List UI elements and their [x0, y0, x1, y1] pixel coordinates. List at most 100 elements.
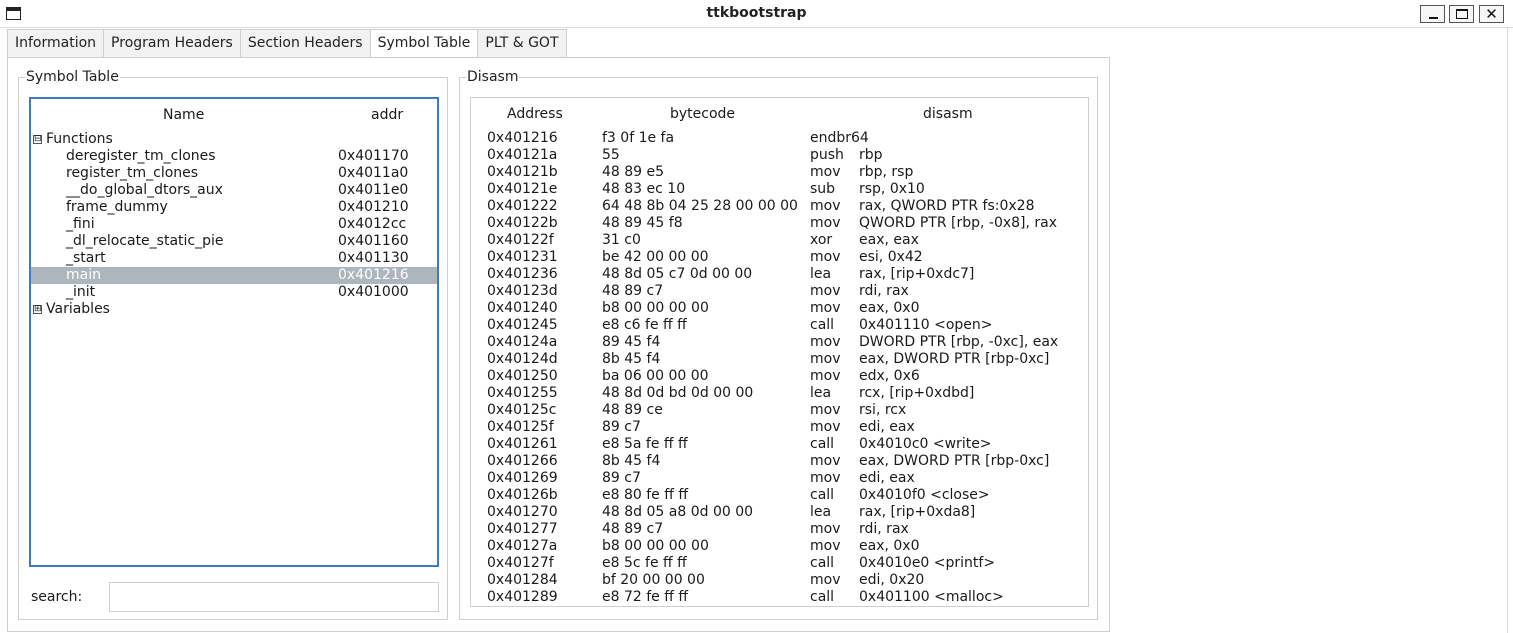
- disasm-body: 0x401216 f3 0f 1e fa endbr64 0x40121a 55 push…: [471, 130, 1088, 606]
- disasm-row[interactable]: 0x401269 89 c7 mov edi, eax: [471, 470, 1088, 487]
- disasm-operands: 0x4010e0 <printf>: [859, 555, 996, 571]
- disasm-row[interactable]: 0x401216 f3 0f 1e fa endbr64: [471, 130, 1088, 147]
- disasm-bytecode: 48 89 c7: [602, 521, 664, 537]
- disasm-address: 0x401216: [487, 130, 558, 146]
- disasm-row[interactable]: 0x40121e 48 83 ec 10 sub rsp, 0x10: [471, 181, 1088, 198]
- disasm-operands: rsi, rcx: [859, 402, 907, 418]
- disasm-address: 0x40127a: [487, 538, 558, 554]
- disasm-bytecode: e8 5c fe ff ff: [602, 555, 687, 571]
- disasm-address: 0x40125f: [487, 419, 554, 435]
- tree-row[interactable]: deregister_tm_clones 0x401170: [31, 148, 437, 165]
- disasm-row[interactable]: 0x401231 be 42 00 00 00 mov esi, 0x42: [471, 249, 1088, 266]
- tree-row-selected[interactable]: main 0x401216: [31, 267, 437, 284]
- disasm-row[interactable]: 0x401284 bf 20 00 00 00 mov edi, 0x20: [471, 572, 1088, 589]
- search-input[interactable]: [109, 582, 439, 612]
- title-bar: ttkbootstrap ✕: [0, 0, 1513, 28]
- disasm-mnemonic: mov: [810, 572, 841, 588]
- disasm-mnemonic: call: [810, 555, 835, 571]
- disasm-address: 0x401270: [487, 504, 558, 520]
- collapse-icon[interactable]: ⊟: [33, 135, 42, 144]
- disasm-row[interactable]: 0x40121a 55 push rbp: [471, 147, 1088, 164]
- disasm-bytecode: 48 8d 05 c7 0d 00 00: [602, 266, 753, 282]
- disasm-row[interactable]: 0x40122f 31 c0 xor eax, eax: [471, 232, 1088, 249]
- disasm-row[interactable]: 0x401250 ba 06 00 00 00 mov edx, 0x6: [471, 368, 1088, 385]
- column-header-bytecode[interactable]: bytecode: [670, 106, 735, 122]
- symbol-tree[interactable]: Name addr ⊟ Functions deregister_tm_clon…: [29, 97, 439, 567]
- close-button[interactable]: ✕: [1479, 5, 1504, 23]
- maximize-button[interactable]: [1449, 5, 1474, 23]
- disasm-row[interactable]: 0x401255 48 8d 0d bd 0d 00 00 lea rcx, [rip…: [471, 385, 1088, 402]
- disasm-row[interactable]: 0x40127a b8 00 00 00 00 mov eax, 0x0: [471, 538, 1088, 555]
- tree-group-label: Variables: [46, 301, 110, 317]
- tab-plt-got[interactable]: PLT & GOT: [477, 29, 567, 58]
- expand-icon[interactable]: ⊞: [33, 305, 42, 314]
- symbol-addr: 0x401000: [338, 284, 409, 300]
- disasm-row[interactable]: 0x401236 48 8d 05 c7 0d 00 00 lea rax, [rip…: [471, 266, 1088, 283]
- minimize-button[interactable]: [1420, 5, 1445, 23]
- disasm-mnemonic: mov: [810, 164, 841, 180]
- disasm-row[interactable]: 0x40124d 8b 45 f4 mov eax, DWORD PTR [rbp-0…: [471, 351, 1088, 368]
- disasm-row[interactable]: 0x401266 8b 45 f4 mov eax, DWORD PTR [rbp-0…: [471, 453, 1088, 470]
- disasm-table[interactable]: Address bytecode disasm 0x401216 f3 0f 1e…: [470, 97, 1089, 607]
- disasm-row[interactable]: 0x40127f e8 5c fe ff ff call 0x4010e0 <prin…: [471, 555, 1088, 572]
- disasm-mnemonic: mov: [810, 334, 841, 350]
- column-header-name[interactable]: Name: [163, 107, 204, 123]
- disasm-address: 0x401269: [487, 470, 558, 486]
- disasm-bytecode: be 42 00 00 00: [602, 249, 709, 265]
- disasm-row[interactable]: 0x401261 e8 5a fe ff ff call 0x4010c0 <writ…: [471, 436, 1088, 453]
- tab-information[interactable]: Information: [7, 29, 105, 58]
- disasm-row[interactable]: 0x401277 48 89 c7 mov rdi, rax: [471, 521, 1088, 538]
- disasm-row[interactable]: 0x40122b 48 89 45 f8 mov QWORD PTR [rbp, -0…: [471, 215, 1088, 232]
- tree-row[interactable]: _init 0x401000: [31, 284, 437, 301]
- symbol-name: deregister_tm_clones: [66, 148, 216, 164]
- disasm-row[interactable]: 0x40124a 89 45 f4 mov DWORD PTR [rbp, -0xc]…: [471, 334, 1088, 351]
- symbol-addr: 0x401170: [338, 148, 409, 164]
- disasm-address: 0x40122b: [487, 215, 558, 231]
- disasm-bytecode: ba 06 00 00 00: [602, 368, 709, 384]
- window-title: ttkbootstrap: [706, 5, 807, 21]
- disasm-bytecode: 31 c0: [602, 232, 641, 248]
- disasm-row[interactable]: 0x40126b e8 80 fe ff ff call 0x4010f0 <clos…: [471, 487, 1088, 504]
- column-header-addr[interactable]: addr: [371, 107, 403, 123]
- tree-row[interactable]: _start 0x401130: [31, 250, 437, 267]
- disasm-mnemonic: mov: [810, 300, 841, 316]
- window-border: [1507, 28, 1513, 633]
- disasm-address: 0x40121e: [487, 181, 558, 197]
- symbol-addr: 0x401210: [338, 199, 409, 215]
- tree-group-variables[interactable]: ⊞ Variables: [31, 301, 437, 318]
- tree-row[interactable]: _dl_relocate_static_pie 0x401160: [31, 233, 437, 250]
- disasm-row[interactable]: 0x40121b 48 89 e5 mov rbp, rsp: [471, 164, 1088, 181]
- column-header-disasm[interactable]: disasm: [923, 106, 973, 122]
- disasm-row[interactable]: 0x40125c 48 89 ce mov rsi, rcx: [471, 402, 1088, 419]
- disasm-row[interactable]: 0x401289 e8 72 fe ff ff call 0x401100 <mall…: [471, 589, 1088, 606]
- disasm-row[interactable]: 0x40125f 89 c7 mov edi, eax: [471, 419, 1088, 436]
- disasm-bytecode: 48 89 e5: [602, 164, 665, 180]
- tab-symbol-table[interactable]: Symbol Table: [369, 29, 479, 59]
- disasm-operands: eax, 0x0: [859, 300, 920, 316]
- disasm-row[interactable]: 0x401240 b8 00 00 00 00 mov eax, 0x0: [471, 300, 1088, 317]
- symbol-table-frame-label: Symbol Table: [25, 69, 120, 85]
- disasm-bytecode: 8b 45 f4: [602, 453, 661, 469]
- column-header-address[interactable]: Address: [507, 106, 563, 122]
- disasm-mnemonic: mov: [810, 470, 841, 486]
- disasm-row[interactable]: 0x401245 e8 c6 fe ff ff call 0x401110 <open…: [471, 317, 1088, 334]
- disasm-operands: rdi, rax: [859, 521, 909, 537]
- disasm-operands: DWORD PTR [rbp, -0xc], eax: [859, 334, 1059, 350]
- disasm-bytecode: 8b 45 f4: [602, 351, 661, 367]
- disasm-mnemonic: sub: [810, 181, 836, 197]
- tab-section-headers[interactable]: Section Headers: [239, 29, 371, 58]
- tab-program-headers[interactable]: Program Headers: [103, 29, 241, 58]
- symbol-name: _init: [66, 284, 96, 300]
- tree-group-functions[interactable]: ⊟ Functions: [31, 131, 437, 148]
- symbol-addr: 0x401130: [338, 250, 409, 266]
- disasm-row[interactable]: 0x40123d 48 89 c7 mov rdi, rax: [471, 283, 1088, 300]
- notebook-tabs: Information Program Headers Section Head…: [7, 29, 567, 59]
- tree-row[interactable]: _fini 0x4012cc: [31, 216, 437, 233]
- symbol-tree-header: Name addr: [31, 107, 437, 127]
- tree-row[interactable]: frame_dummy 0x401210: [31, 199, 437, 216]
- tree-row[interactable]: __do_global_dtors_aux 0x4011e0: [31, 182, 437, 199]
- tree-row[interactable]: register_tm_clones 0x4011a0: [31, 165, 437, 182]
- disasm-row[interactable]: 0x401270 48 8d 05 a8 0d 00 00 lea rax, [rip…: [471, 504, 1088, 521]
- disasm-row[interactable]: 0x401222 64 48 8b 04 25 28 00 00 00 mov rax…: [471, 198, 1088, 215]
- symbol-name: register_tm_clones: [66, 165, 199, 181]
